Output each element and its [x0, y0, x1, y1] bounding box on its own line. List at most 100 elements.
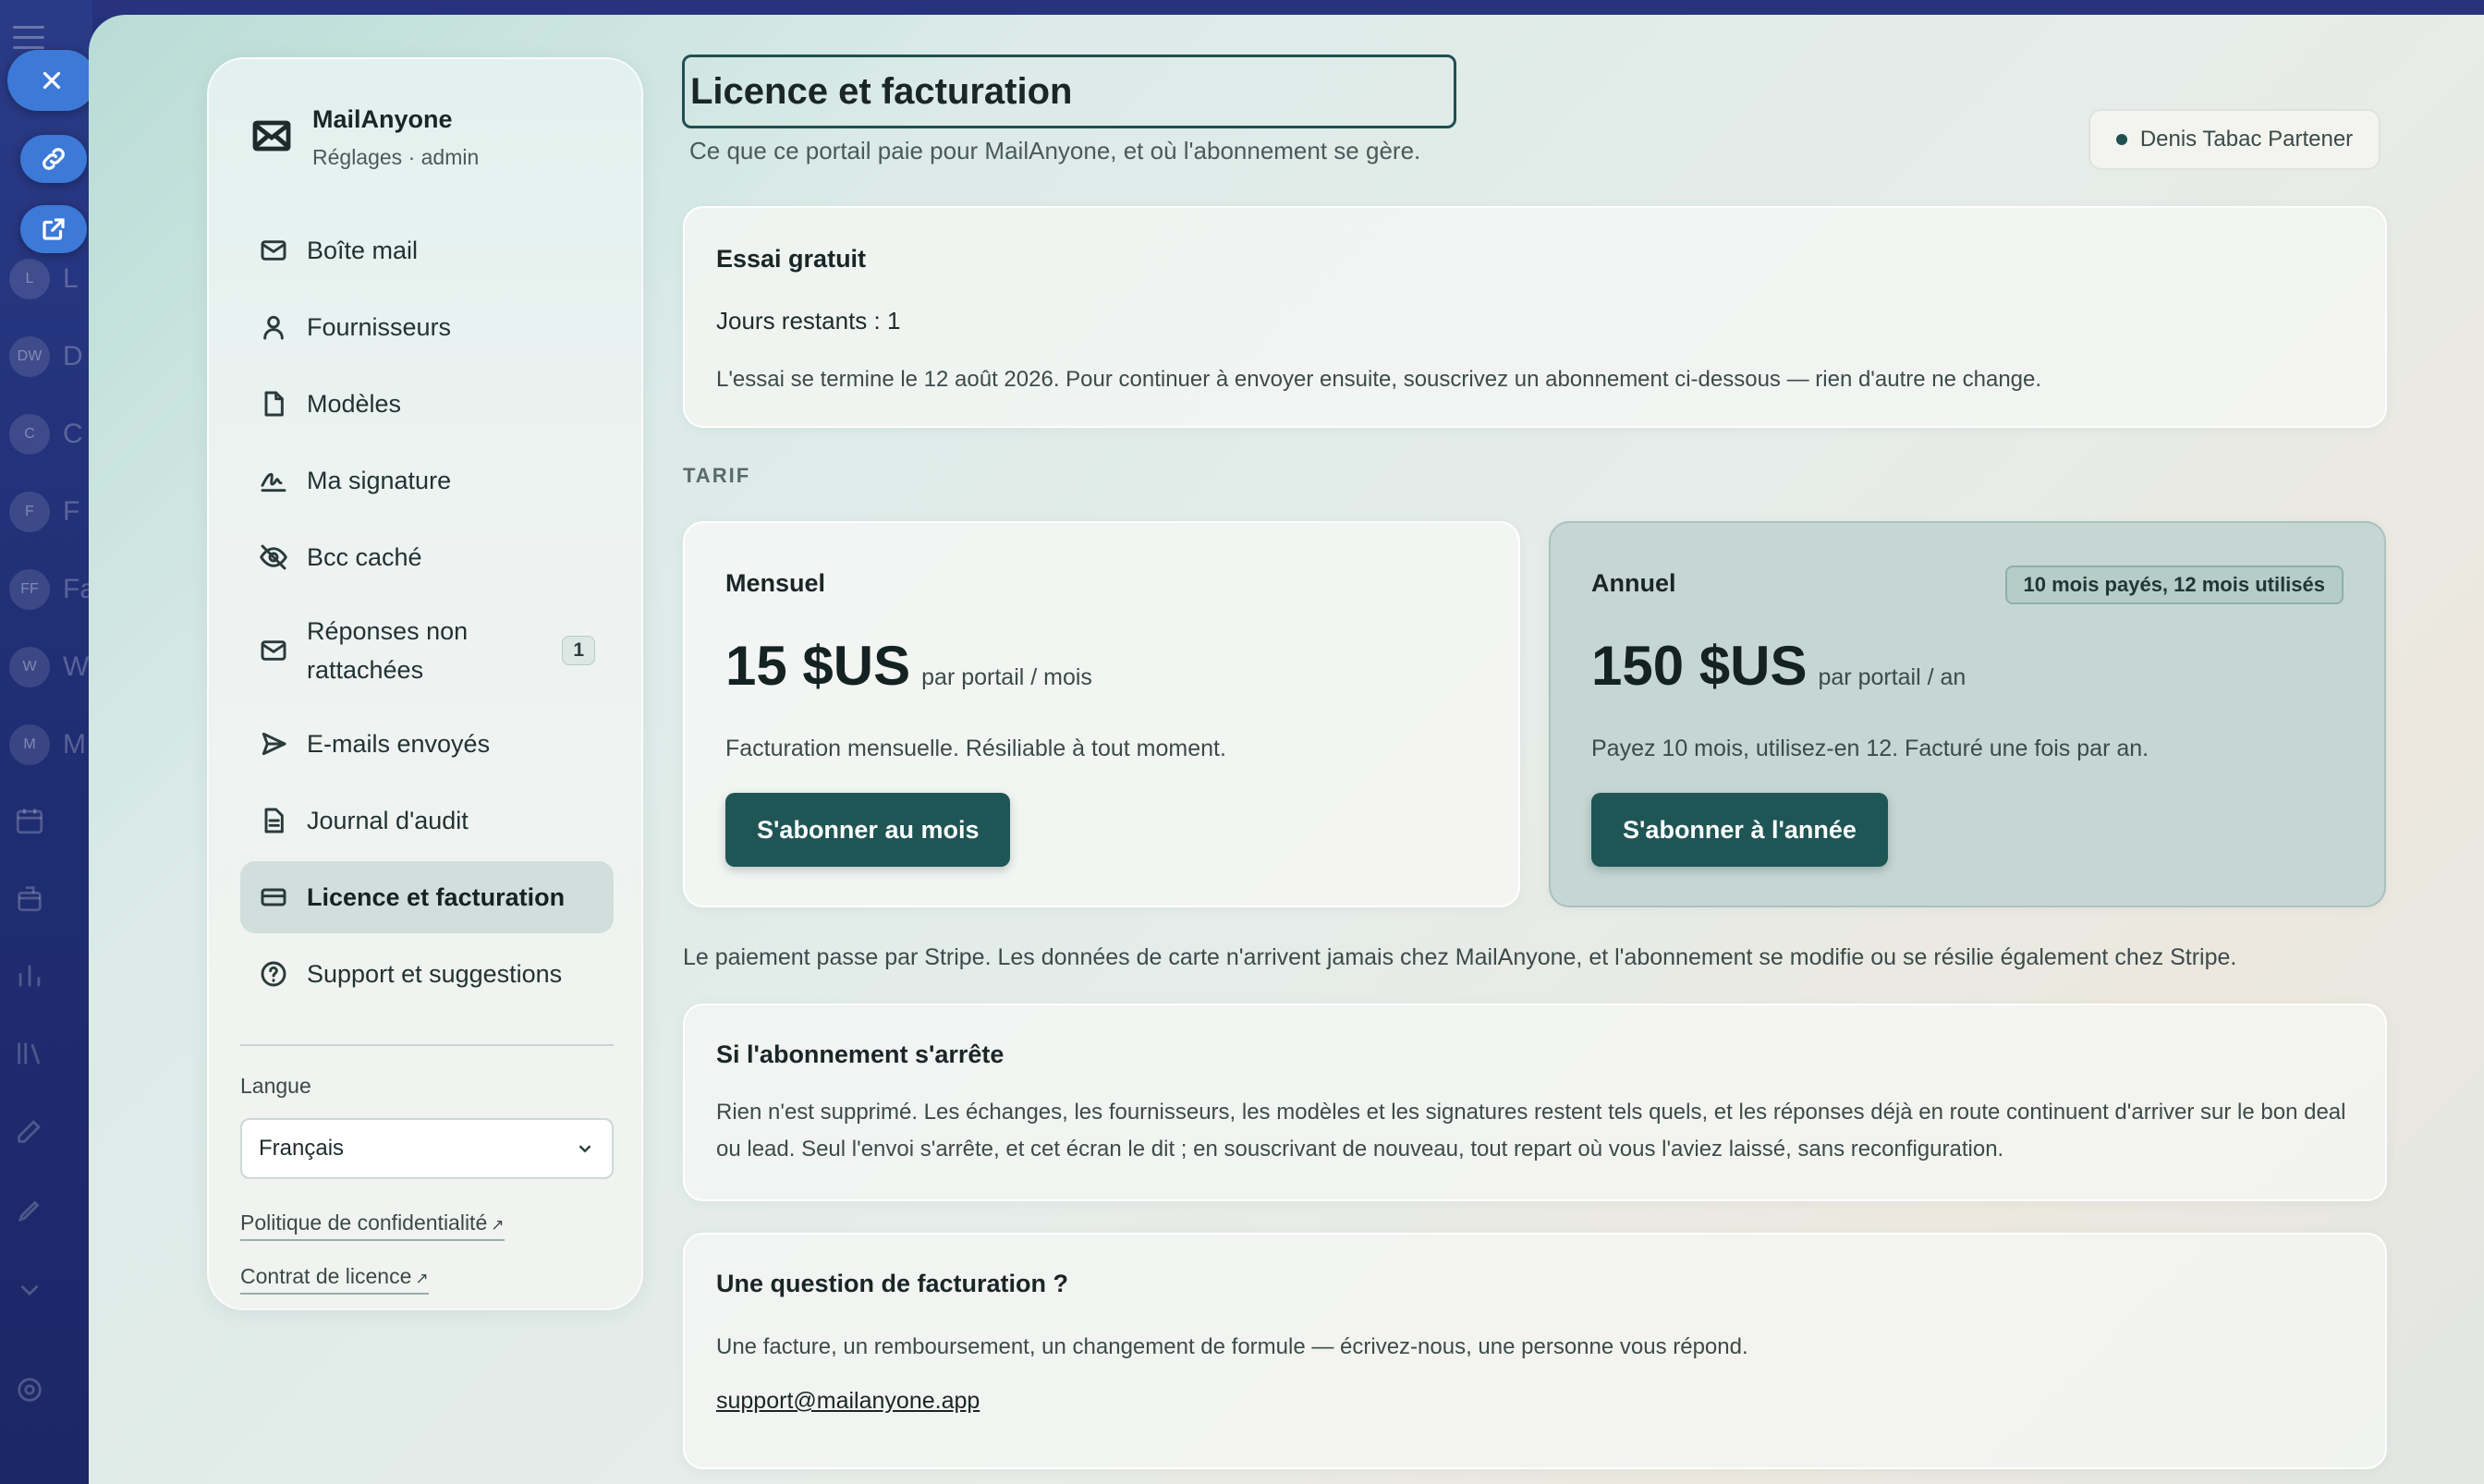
avatar: FF: [9, 569, 50, 610]
host-row-label: M: [63, 729, 86, 760]
account-chip[interactable]: Denis Tabac Partener: [2088, 109, 2380, 170]
plan-card-monthly: Mensuel 15 $US par portail / mois Factur…: [683, 521, 1520, 907]
plan-period: par portail / mois: [921, 664, 1092, 690]
link-icon: [43, 148, 65, 170]
license-agreement-link[interactable]: Contrat de licence ↗: [240, 1264, 429, 1295]
host-row-label: F: [63, 496, 80, 527]
brand: MailAnyone Réglages · admin: [250, 105, 479, 170]
page-title: Licence et facturation: [682, 55, 1456, 128]
external-arrow-icon: ↗: [415, 1270, 429, 1287]
host-row-label: C: [63, 419, 83, 449]
mail-logo-icon: [250, 114, 294, 163]
chevron-down-icon: [578, 1145, 591, 1153]
plan-card-annual: Annuel 10 mois payés, 12 mois utilisés 1…: [1549, 521, 2386, 907]
avatar: W: [9, 647, 50, 687]
host-row[interactable]: DW D: [9, 336, 92, 377]
host-building-item[interactable]: [9, 880, 92, 917]
sidebar-item-sent-emails[interactable]: E-mails envoyés: [240, 708, 614, 780]
external-link-icon: [43, 218, 65, 240]
sidebar-item-audit-log[interactable]: Journal d'audit: [240, 785, 614, 857]
close-button[interactable]: [7, 50, 96, 111]
credit-card-icon: [261, 888, 286, 906]
sidebar-item-label: Journal d'audit: [307, 807, 469, 834]
host-settings-item[interactable]: [9, 1371, 92, 1408]
subscription-stop-card: Si l'abonnement s'arrête Rien n'est supp…: [683, 1004, 2387, 1201]
billing-question-card: Une question de facturation ? Une factur…: [683, 1233, 2387, 1469]
host-row-label: W: [63, 651, 90, 682]
plan-name: Annuel: [1591, 569, 1676, 597]
host-chevron-item[interactable]: [9, 1271, 92, 1308]
support-email-link[interactable]: support@mailanyone.app: [716, 1388, 980, 1415]
plan-price: 150 $US par portail / an: [1591, 634, 1966, 698]
privacy-policy-label: Politique de confidentialité: [240, 1210, 488, 1235]
plan-name: Mensuel: [725, 569, 826, 597]
sidebar-item-license-billing[interactable]: Licence et facturation: [240, 861, 614, 933]
plan-promo-badge: 10 mois payés, 12 mois utilisés: [2004, 566, 2344, 604]
language-value: Français: [259, 1136, 345, 1161]
plan-period: par portail / an: [1818, 664, 1966, 690]
subscribe-monthly-button[interactable]: S'abonner au mois: [725, 793, 1011, 867]
plan-price: 15 $US par portail / mois: [725, 634, 1092, 698]
host-row-label: L: [63, 263, 79, 294]
host-row[interactable]: L L: [9, 259, 92, 299]
sidebar-item-label: Fournisseurs: [307, 313, 452, 341]
external-arrow-icon: ↗: [491, 1216, 505, 1234]
plan-amount: 15 $US: [725, 635, 911, 697]
send-icon: [262, 732, 286, 756]
mail-icon: [261, 240, 286, 261]
settings-sidebar: MailAnyone Réglages · admin Boîte mail F…: [207, 57, 643, 1310]
host-edit-item[interactable]: [9, 1113, 92, 1149]
sidebar-item-label: Boîte mail: [307, 237, 419, 264]
host-row[interactable]: W W: [9, 647, 92, 687]
help-icon: [261, 961, 286, 987]
host-chart-item[interactable]: [9, 957, 92, 994]
sidebar-item-support[interactable]: Support et suggestions: [240, 938, 614, 1010]
language-label: Langue: [240, 1074, 311, 1098]
mail-icon: [261, 640, 286, 661]
billing-question-text: Une facture, un remboursement, un change…: [716, 1334, 1748, 1359]
trial-description: L'essai se termine le 12 août 2026. Pour…: [716, 367, 2042, 392]
sidebar-item-suppliers[interactable]: Fournisseurs: [240, 291, 614, 363]
account-name: Denis Tabac Partener: [2139, 127, 2354, 152]
language-select[interactable]: Français: [240, 1118, 614, 1179]
sidebar-item-bcc[interactable]: Bcc caché: [240, 521, 614, 593]
sidebar-item-templates[interactable]: Modèles: [240, 368, 614, 440]
plan-amount: 150 $US: [1591, 635, 1808, 697]
copy-link-button[interactable]: [20, 135, 87, 183]
status-dot: [2115, 134, 2127, 145]
library-icon: [9, 1033, 50, 1074]
signature-icon: [261, 472, 286, 493]
host-calendar-item[interactable]: [9, 802, 92, 839]
subscribe-annual-button[interactable]: S'abonner à l'année: [1591, 793, 1888, 867]
host-row[interactable]: M M: [9, 724, 92, 765]
host-row[interactable]: FF Fa: [9, 569, 95, 610]
host-row[interactable]: F F: [9, 492, 92, 532]
privacy-policy-link[interactable]: Politique de confidentialité ↗: [240, 1210, 505, 1241]
menu-icon[interactable]: [13, 26, 44, 52]
page-subtitle: Ce que ce portail paie pour MailAnyone, …: [689, 137, 1421, 164]
pricing-section-label: TARIF: [683, 464, 751, 487]
sidebar-item-label: Ma signature: [307, 467, 452, 494]
user-icon: [263, 315, 284, 340]
subscription-stop-text: Rien n'est supprimé. Les échanges, les f…: [716, 1100, 2346, 1162]
open-external-button[interactable]: [20, 205, 87, 253]
trial-days-remaining: Jours restants : 1: [716, 307, 901, 335]
host-pen-item[interactable]: [9, 1192, 92, 1229]
sidebar-item-label: Licence et facturation: [307, 883, 566, 911]
building-icon: [9, 878, 50, 918]
sidebar-item-label: Modèles: [307, 390, 402, 418]
close-icon: [43, 71, 61, 90]
sidebar-item-unattached-replies[interactable]: Réponses non rattachées 1: [240, 598, 614, 703]
host-library-item[interactable]: [9, 1035, 92, 1072]
avatar: C: [9, 414, 50, 455]
license-agreement-label: Contrat de licence: [240, 1264, 412, 1288]
sidebar-item-signature[interactable]: Ma signature: [240, 444, 614, 517]
app-name: MailAnyone: [312, 105, 453, 133]
calendar-icon: [9, 800, 50, 841]
subscription-stop-title: Si l'abonnement s'arrête: [716, 1040, 1005, 1068]
host-row[interactable]: C C: [9, 414, 92, 455]
avatar: L: [9, 259, 50, 299]
app-subtitle: Réglages · admin: [312, 145, 480, 169]
sidebar-item-mailbox[interactable]: Boîte mail: [240, 214, 614, 286]
plan-description: Payez 10 mois, utilisez-en 12. Facturé u…: [1591, 736, 2149, 761]
